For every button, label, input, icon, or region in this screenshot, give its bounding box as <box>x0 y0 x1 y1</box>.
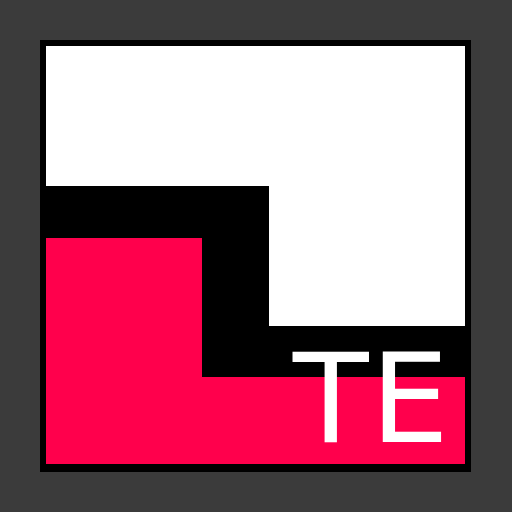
white-block-top <box>46 46 465 186</box>
logo-text: TE <box>292 328 451 472</box>
red-block-left <box>46 238 202 464</box>
white-block-right <box>269 186 465 326</box>
icon-frame: TE <box>40 40 471 472</box>
app-icon: TE <box>0 0 512 512</box>
